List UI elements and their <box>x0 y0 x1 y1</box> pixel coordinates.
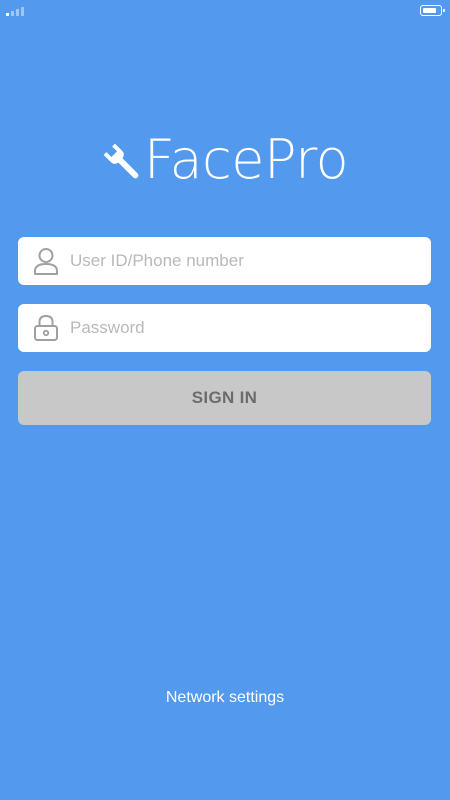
wrench-icon <box>103 143 139 179</box>
user-id-field[interactable] <box>18 237 431 285</box>
brand-name: FacePro <box>143 128 349 191</box>
network-settings-link[interactable]: Network settings <box>0 689 450 707</box>
lock-icon <box>32 314 60 342</box>
user-icon <box>32 247 60 275</box>
sign-in-button[interactable]: SIGN IN <box>18 371 431 425</box>
password-field[interactable] <box>18 304 431 352</box>
signal-strength-icon <box>6 6 26 16</box>
battery-icon <box>420 5 445 16</box>
password-input[interactable] <box>70 313 390 343</box>
user-id-input[interactable] <box>70 246 390 276</box>
status-bar <box>0 0 450 22</box>
brand-logo: FacePro <box>0 128 450 192</box>
